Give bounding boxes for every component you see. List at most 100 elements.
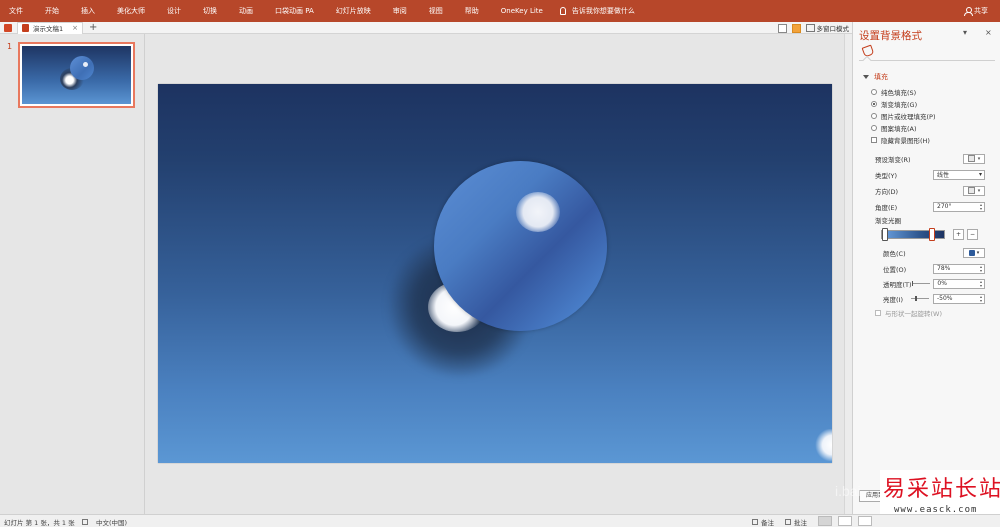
tab-transitions[interactable]: 切换 <box>192 0 228 22</box>
solid-fill-option[interactable]: 纯色填充(S) <box>871 87 916 97</box>
brightness-spinner[interactable]: -50% ▴ ▾ <box>933 293 985 304</box>
color-picker-button[interactable]: ▾ <box>963 247 985 258</box>
slider-knob[interactable] <box>911 281 914 286</box>
slide-count-text: 幻灯片 第 1 张，共 1 张 <box>4 518 75 527</box>
fill-bucket-icon[interactable] <box>861 44 875 58</box>
document-tab[interactable]: 演示文稿1 × <box>17 21 83 34</box>
tab-design[interactable]: 设计 <box>156 0 192 22</box>
gradient-fill-option[interactable]: 渐变填充(G) <box>871 99 917 109</box>
person-icon <box>964 7 973 16</box>
pattern-fill-radio[interactable] <box>871 125 877 131</box>
type-value: 线性 <box>937 172 950 179</box>
pane-options-icon[interactable]: ▾ <box>963 28 967 37</box>
comments-button[interactable]: 批注 <box>785 515 807 527</box>
search-icon[interactable] <box>777 23 787 33</box>
pane-divider <box>859 60 995 61</box>
tab-pocket-animation[interactable]: 口袋动画 PA <box>264 0 325 22</box>
position-label: 位置(O) <box>883 265 907 274</box>
thumbnail-sphere <box>70 56 94 80</box>
hide-graphics-option[interactable]: 隐藏背景图形(H) <box>871 135 930 145</box>
angle-spinner[interactable]: 270° ▴ ▾ <box>933 201 985 212</box>
close-pane-icon[interactable]: × <box>985 28 992 37</box>
tab-animations[interactable]: 动画 <box>228 0 264 22</box>
hide-graphics-checkbox[interactable] <box>871 137 877 143</box>
remove-stop-icon[interactable]: − <box>967 229 978 240</box>
spinner-arrows-icon[interactable]: ▴ ▾ <box>980 294 982 303</box>
transparency-label: 透明度(T) <box>883 280 912 289</box>
direction-row: 方向(D) ▾ <box>875 185 985 196</box>
position-row: 位置(O) 78% ▴ ▾ <box>875 263 985 274</box>
position-value: 78% <box>937 265 951 272</box>
angle-value: 270° <box>937 203 952 210</box>
lightbulb-icon <box>559 7 566 15</box>
tab-insert[interactable]: 插入 <box>70 0 106 22</box>
transparency-slider[interactable] <box>911 281 930 286</box>
share-button[interactable]: 共享 <box>964 0 988 22</box>
tab-pointer <box>862 55 872 65</box>
tell-me-text: 告诉我你想要做什么 <box>571 7 635 15</box>
vertical-scrollbar[interactable] <box>844 34 852 514</box>
reading-view-button[interactable] <box>858 516 872 526</box>
spinner-arrows-icon[interactable]: ▴ ▾ <box>980 202 982 211</box>
gradient-stop-2[interactable] <box>929 228 935 241</box>
type-row: 类型(Y) 线性 ▾ <box>875 169 985 180</box>
type-dropdown[interactable]: 线性 ▾ <box>933 169 985 180</box>
gradient-stops-slider[interactable]: + − <box>881 228 978 242</box>
position-spinner[interactable]: 78% ▴ ▾ <box>933 263 985 274</box>
sphere-highlight-shape[interactable] <box>516 192 560 232</box>
comments-icon <box>785 518 791 525</box>
gradient-fill-label: 渐变填充(G) <box>881 101 918 109</box>
tab-slideshow[interactable]: 幻灯片放映 <box>325 0 382 22</box>
fill-section-header[interactable]: 填充 <box>863 72 888 82</box>
tab-beautify[interactable]: 美化大师 <box>106 0 156 22</box>
language-text: 中文(中国) <box>96 518 128 527</box>
pattern-fill-option[interactable]: 图案填充(A) <box>871 123 917 133</box>
tab-onekey[interactable]: OneKey Lite <box>490 0 554 22</box>
slide-count-status: 幻灯片 第 1 张，共 1 张 <box>4 515 75 527</box>
picture-fill-option[interactable]: 图片或纹理填充(P) <box>871 111 936 121</box>
slider-knob[interactable] <box>915 296 917 301</box>
notes-button[interactable]: 备注 <box>752 515 774 527</box>
paint-bucket-icon <box>968 249 975 256</box>
tab-view[interactable]: 视图 <box>418 0 454 22</box>
direction-dropdown[interactable]: ▾ <box>963 185 985 196</box>
tab-home[interactable]: 开始 <box>34 0 70 22</box>
normal-view-button[interactable] <box>818 516 832 526</box>
tell-me-box[interactable]: 告诉我你想要做什么 <box>559 6 635 16</box>
add-stop-icon[interactable]: + <box>953 229 964 240</box>
settings-icon[interactable] <box>791 23 801 33</box>
picture-fill-radio[interactable] <box>871 113 877 119</box>
close-tab-icon[interactable]: × <box>72 24 78 32</box>
tab-review[interactable]: 审阅 <box>382 0 418 22</box>
format-background-pane: 设置背景格式 ▾ × 填充 纯色填充(S) 渐变填充(G) 图片或纹理填充(P)… <box>852 22 1000 514</box>
spinner-arrows-icon[interactable]: ▴ ▾ <box>980 279 982 288</box>
app-icon <box>4 23 12 32</box>
multi-window-button[interactable]: 多窗口模式 <box>806 23 850 33</box>
sphere-shape[interactable] <box>434 161 607 331</box>
preset-gradient-dropdown[interactable]: ▾ <box>963 153 985 164</box>
solid-fill-radio[interactable] <box>871 89 877 95</box>
rotate-with-shape-checkbox[interactable] <box>875 310 881 316</box>
spinner-arrows-icon[interactable]: ▴ ▾ <box>980 264 982 273</box>
slide-thumbnail[interactable] <box>18 42 135 108</box>
transparency-spinner[interactable]: 0% ▴ ▾ <box>933 278 985 289</box>
pattern-fill-label: 图案填充(A) <box>881 125 917 133</box>
language-status[interactable]: 中文(中国) <box>96 515 127 527</box>
slide-sorter-view-button[interactable] <box>838 516 852 526</box>
rotate-with-shape-option[interactable]: 与形状一起旋转(W) <box>875 308 942 318</box>
brightness-slider[interactable] <box>911 296 929 301</box>
gradient-fill-radio[interactable] <box>871 101 877 107</box>
new-tab-button[interactable]: + <box>89 22 97 34</box>
tab-help[interactable]: 帮助 <box>454 0 490 22</box>
spellcheck-icon[interactable] <box>82 515 91 527</box>
thumbnail-highlight <box>83 62 88 67</box>
collapse-triangle-icon <box>863 75 869 79</box>
transparency-value: 0% <box>937 280 947 287</box>
picture-fill-label: 图片或纹理填充(P) <box>881 113 936 121</box>
color-row: 颜色(C) ▾ <box>875 247 985 258</box>
slide-canvas[interactable] <box>158 84 832 463</box>
powerpoint-icon <box>22 24 29 32</box>
tab-file[interactable]: 文件 <box>0 0 34 22</box>
gradient-stop-1[interactable] <box>882 228 888 241</box>
preset-gradient-label: 预设渐变(R) <box>875 155 911 164</box>
